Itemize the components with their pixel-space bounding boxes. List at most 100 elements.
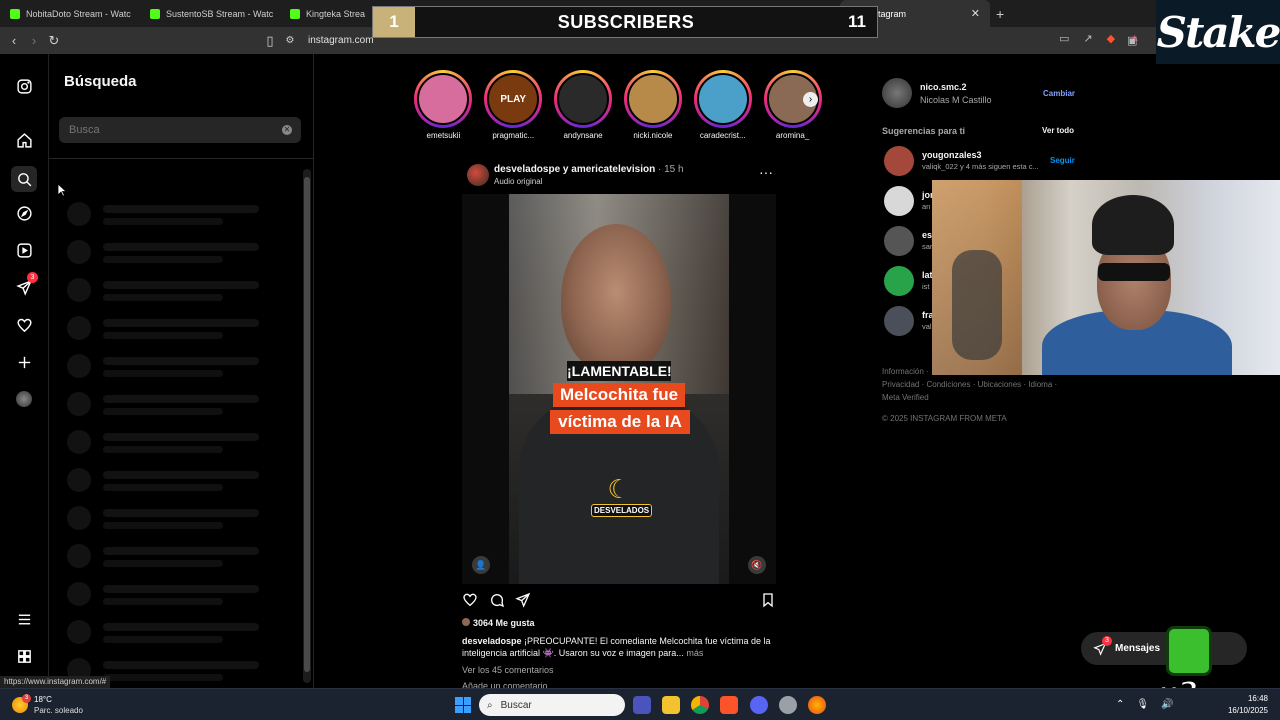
caption-more[interactable]: más (686, 648, 703, 658)
forward-icon[interactable]: › (24, 33, 44, 48)
search-panel: Búsqueda ✕ (49, 54, 314, 688)
post-author[interactable]: desveladospe y americatelevision · 15 h (494, 164, 684, 175)
back-icon[interactable]: ‹ (4, 33, 24, 48)
cast-icon[interactable]: ▭ (1059, 32, 1069, 45)
site-info-icon[interactable]: ⚙ (280, 35, 300, 46)
like-count[interactable]: 3064 Me gusta (462, 618, 535, 628)
search-result-placeholder (67, 200, 267, 228)
save-bookmark-icon[interactable] (760, 592, 778, 610)
direct-messages-icon[interactable]: 3 (14, 272, 38, 297)
post-options-icon[interactable]: ··· (759, 164, 773, 180)
story-ring: PLAY (484, 70, 543, 128)
home-icon[interactable] (14, 130, 34, 150)
view-comments[interactable]: Ver los 45 comentarios (462, 665, 554, 675)
suggestion-avatar[interactable] (884, 226, 914, 256)
stories-next-icon[interactable]: › (803, 92, 818, 107)
story-avatar (557, 73, 610, 125)
close-tab-icon[interactable]: ✕ (971, 7, 980, 20)
messages-label: Mensajes (1115, 643, 1161, 654)
streamer-sunglasses (1098, 263, 1170, 281)
reload-icon[interactable]: ↻ (44, 33, 64, 49)
like-heart-icon[interactable] (462, 592, 480, 610)
url-field[interactable]: instagram.com (308, 35, 374, 46)
sidebar-toggle-icon[interactable]: ▣ (1127, 34, 1137, 47)
brave-icon[interactable] (720, 696, 738, 714)
microphone-icon[interactable]: 🎙 (1136, 699, 1149, 710)
switch-account-link[interactable]: Cambiar (1043, 89, 1075, 98)
story-item[interactable]: PLAY pragmatic... (483, 70, 544, 140)
explore-icon[interactable] (14, 203, 34, 223)
firefox-icon[interactable] (808, 696, 826, 714)
suggestion-username[interactable]: lat (922, 270, 933, 280)
suggestion-avatar[interactable] (884, 146, 914, 176)
more-menu-icon[interactable] (14, 609, 34, 629)
search-result-placeholder (67, 542, 267, 570)
post-audio[interactable]: Audio original (494, 177, 542, 186)
webcam-bicycle (952, 250, 1002, 360)
story-avatar (626, 73, 679, 125)
weather-temp[interactable]: 18°C (34, 695, 52, 704)
weather-condition[interactable]: Parc. soleado (34, 706, 83, 715)
weather-badge: 3 (22, 694, 31, 703)
file-explorer-icon[interactable] (662, 696, 680, 714)
settings-icon[interactable] (779, 696, 797, 714)
new-tab-icon[interactable]: + (990, 6, 1010, 22)
tagged-user-icon[interactable]: 👤 (472, 556, 490, 574)
create-plus-icon[interactable] (14, 352, 34, 372)
post-video[interactable]: ¡LAMENTABLE! Melcochita fue víctima de l… (462, 194, 776, 584)
start-menu-icon[interactable] (455, 697, 471, 713)
notifications-heart-icon[interactable] (14, 315, 34, 335)
story-ring (693, 70, 752, 128)
follow-button[interactable]: Seguir (1050, 156, 1075, 165)
subscribers-overlay: 1 SUBSCRIBERS 11 (372, 6, 878, 38)
story-avatar (696, 73, 749, 125)
stake-logo: Stake (1156, 0, 1280, 64)
suggestion-username[interactable]: yougonzales3 (922, 150, 982, 160)
tray-chevron-icon[interactable]: ⌃ (1116, 699, 1124, 710)
share-send-icon[interactable] (515, 592, 533, 610)
suggestion-avatar[interactable] (884, 266, 914, 296)
story-item[interactable]: andynsane (553, 70, 614, 140)
search-icon[interactable] (11, 166, 37, 192)
taskbar-search[interactable]: ⌕ Buscar (479, 694, 625, 716)
bookmark-icon[interactable]: ▯ (260, 33, 280, 49)
also-from-meta-icon[interactable] (14, 646, 34, 666)
comment-icon[interactable] (489, 592, 507, 610)
see-all-link[interactable]: Ver todo (1042, 126, 1074, 135)
reels-icon[interactable] (14, 240, 34, 260)
browser-tab[interactable]: NobitaDoto Stream - Watc (0, 0, 140, 27)
mute-icon[interactable]: 🔇 (748, 556, 766, 574)
search-scroll-thumb[interactable] (304, 177, 310, 672)
suggestion-avatar[interactable] (884, 186, 914, 216)
tab-label: Kingteka Strea (306, 8, 366, 19)
volume-icon[interactable]: 🔊 (1161, 699, 1173, 710)
brave-shield-icon[interactable]: ◆ (1107, 32, 1115, 45)
post-author-avatar[interactable] (467, 164, 489, 186)
story-item[interactable]: caradecrist... (692, 70, 753, 140)
caption-username[interactable]: desveladospe (462, 636, 522, 646)
share-icon[interactable]: ↗ (1083, 32, 1092, 45)
account-username[interactable]: nico.smc.2 (920, 82, 967, 92)
instagram-logo-icon[interactable] (14, 76, 34, 96)
discord-icon[interactable] (750, 696, 768, 714)
teams-icon[interactable] (633, 696, 651, 714)
story-item[interactable]: emetsukii (413, 70, 474, 140)
account-avatar[interactable] (882, 78, 912, 108)
post-time: · 15 h (657, 164, 684, 175)
clear-search-icon[interactable]: ✕ (282, 125, 292, 135)
profile-avatar-icon[interactable] (14, 389, 34, 409)
suggestion-item: yougonzales3 valiqk_022 y 4 más siguen es… (884, 146, 1084, 176)
clock-date: 16/10/2025 (1227, 706, 1268, 715)
account-fullname: Nicolas M Castillo (920, 95, 992, 105)
post-caption: desveladospe ¡PREOCUPANTE! El comediante… (462, 635, 782, 659)
story-item[interactable]: nicki.nicole (622, 70, 683, 140)
system-clock[interactable]: 16:48 16/10/2025 (1226, 693, 1268, 717)
story-ring (554, 70, 613, 128)
browser-tab[interactable]: SustentoSB Stream - Watc (140, 0, 280, 27)
chrome-icon[interactable] (691, 696, 709, 714)
suggestion-avatar[interactable] (884, 306, 914, 336)
copyright: © 2025 INSTAGRAM FROM META (882, 414, 1007, 423)
search-title: Búsqueda (64, 73, 137, 90)
search-input[interactable] (59, 117, 301, 143)
search-scrollbar[interactable] (303, 169, 311, 683)
